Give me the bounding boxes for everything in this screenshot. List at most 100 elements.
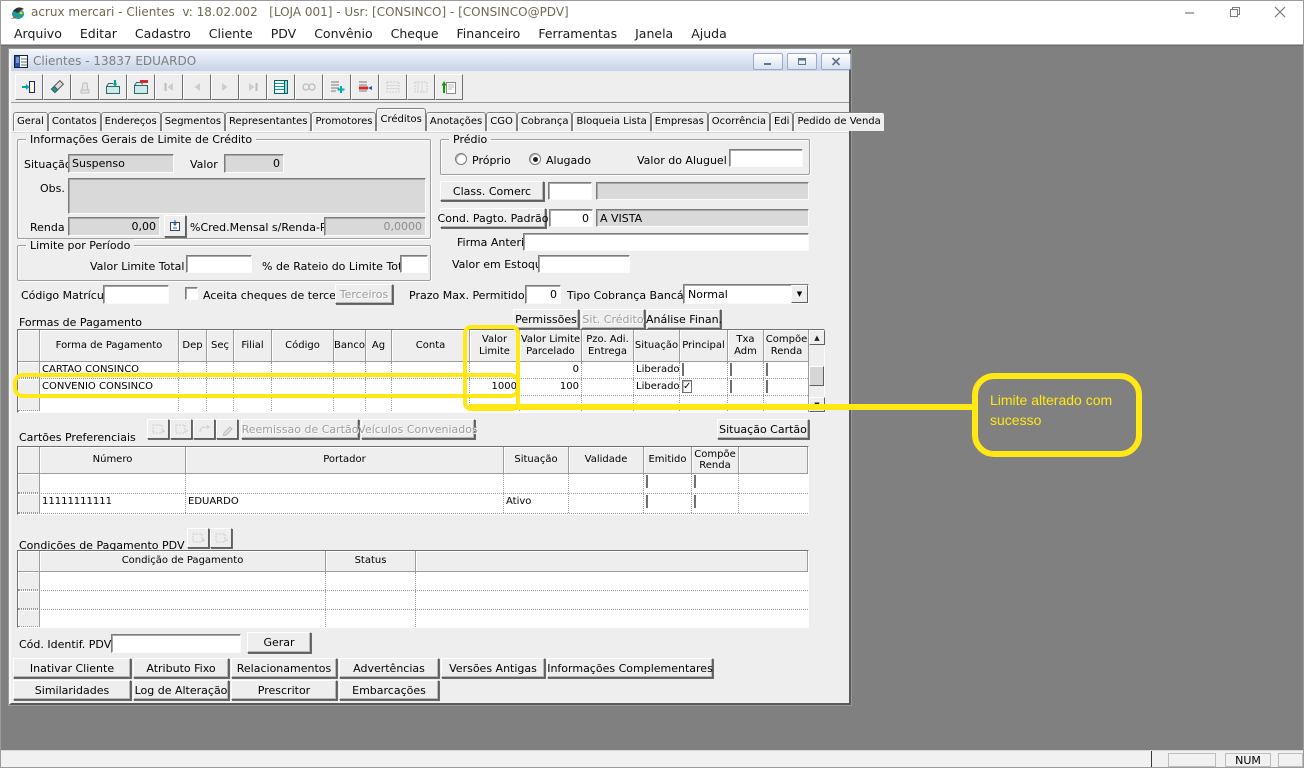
pct-cred-field[interactable]: 0,0000 <box>324 217 426 236</box>
tab-empresas[interactable]: Empresas <box>650 112 708 131</box>
prazo-max-field[interactable]: 0 <box>525 285 561 304</box>
renda-field[interactable]: 0,00 <box>68 217 160 236</box>
tab-promotores[interactable]: Promotores <box>311 112 377 131</box>
folder-remove-button[interactable] <box>127 74 155 100</box>
rateio-field[interactable] <box>400 255 428 273</box>
combo-dropdown-button[interactable]: ▼ <box>791 285 808 303</box>
restore-button[interactable] <box>1212 1 1257 23</box>
client-minimize-button[interactable] <box>753 53 783 70</box>
compoe-renda-checkbox[interactable] <box>694 495 696 508</box>
principal-checkbox[interactable]: ✓ <box>682 380 693 393</box>
informacoes-complementares-button[interactable]: Informações Complementares <box>547 658 713 678</box>
cartoes-row-empty[interactable] <box>18 474 808 494</box>
client-close-button[interactable] <box>821 53 851 70</box>
cond-pagto-button[interactable]: Cond. Pagto. Padrão <box>438 208 548 228</box>
condicoes-delete-button[interactable] <box>210 528 232 548</box>
search-button[interactable] <box>295 74 323 100</box>
erase-button[interactable] <box>43 74 71 100</box>
valor-estoque-field[interactable] <box>538 255 630 273</box>
tab-edi[interactable]: Edi <box>770 112 794 131</box>
grid-next-button[interactable] <box>407 74 435 100</box>
menu-ferramentas[interactable]: Ferramentas <box>529 23 626 44</box>
cartoes-add-button[interactable] <box>147 419 169 439</box>
tab-contatos[interactable]: Contatos <box>47 112 101 131</box>
tab-anotacoes[interactable]: Anotações <box>425 112 487 131</box>
save-import-button[interactable] <box>99 74 127 100</box>
tipo-cobranca-combobox[interactable]: Normal ▼ <box>683 284 809 304</box>
emitido-checkbox[interactable] <box>646 495 648 508</box>
scrollbar-thumb[interactable] <box>809 366 824 386</box>
tab-segmentos[interactable]: Segmentos <box>160 112 226 131</box>
menu-cadastro[interactable]: Cadastro <box>126 23 200 44</box>
minimize-button[interactable] <box>1167 1 1212 23</box>
tab-bloqueia-lista[interactable]: Bloqueia Lista <box>572 112 651 131</box>
valor-aluguel-field[interactable] <box>729 149 803 167</box>
compoe-renda-checkbox[interactable] <box>766 363 768 376</box>
txa-adm-checkbox[interactable] <box>730 363 732 376</box>
exit-button[interactable] <box>15 74 43 100</box>
menu-cliente[interactable]: Cliente <box>200 23 262 44</box>
scroll-up-button[interactable]: ▲ <box>809 330 825 345</box>
tab-cobranca[interactable]: Cobrança <box>516 112 573 131</box>
tab-enderecos[interactable]: Endereços <box>100 112 161 131</box>
data-grid-button[interactable] <box>267 74 295 100</box>
condicoes-row[interactable] <box>18 591 808 610</box>
advertencias-button[interactable]: Advertências <box>339 658 439 678</box>
condicoes-row[interactable] <box>18 572 808 591</box>
radio-proprio[interactable] <box>455 153 467 165</box>
emitido-checkbox[interactable] <box>646 475 648 488</box>
situacao-field[interactable]: Suspenso <box>68 154 174 173</box>
tab-pedido-de-venda[interactable]: Pedido de Venda <box>793 112 885 131</box>
export-button[interactable] <box>435 74 463 100</box>
menu-editar[interactable]: Editar <box>71 23 126 44</box>
prescritor-button[interactable]: Prescritor <box>231 680 337 700</box>
analise-finan-button[interactable]: Análise Finan. <box>646 309 722 329</box>
delete-record-button[interactable] <box>351 74 379 100</box>
log-de-alteracao-button[interactable]: Log de Alteração <box>133 680 229 700</box>
radio-alugado[interactable] <box>529 153 541 165</box>
embarcacoes-button[interactable]: Embarcações <box>339 680 439 700</box>
compoe-renda-checkbox[interactable] <box>766 380 768 393</box>
codigo-matricula-field[interactable] <box>103 285 169 304</box>
situacao-cartao-button[interactable]: Situação Cartão <box>717 419 809 439</box>
menu-cheque[interactable]: Cheque <box>382 23 448 44</box>
close-button[interactable] <box>1257 1 1302 23</box>
menu-financeiro[interactable]: Financeiro <box>448 23 530 44</box>
veiculos-conveniados-button[interactable]: Veículos Conveniados <box>358 419 478 439</box>
tab-cgo[interactable]: CGO <box>486 112 517 131</box>
similaridades-button[interactable]: Similaridades <box>13 680 131 700</box>
valor-field[interactable]: 0 <box>224 154 284 173</box>
formas-scrollbar[interactable]: ▲ ▼ <box>808 330 825 412</box>
stamp-button[interactable] <box>71 74 99 100</box>
txa-adm-checkbox[interactable] <box>730 380 732 393</box>
insert-record-button[interactable] <box>323 74 351 100</box>
tab-representantes[interactable]: Representantes <box>225 112 312 131</box>
cartoes-delete-button[interactable] <box>170 419 192 439</box>
versoes-antigas-button[interactable]: Versões Antigas <box>441 658 545 678</box>
tab-geral[interactable]: Geral <box>13 112 48 131</box>
cartoes-undo-button[interactable] <box>193 419 215 439</box>
reemissao-cartao-button[interactable]: Reemissao de Cartão <box>241 419 359 439</box>
atributo-fixo-button[interactable]: Atributo Fixo <box>133 658 229 678</box>
cod-identif-pdv-field[interactable] <box>111 634 241 653</box>
cartoes-edit-button[interactable] <box>216 419 238 439</box>
tab-ocorrencia[interactable]: Ocorrência <box>707 112 770 131</box>
class-comerc-button[interactable]: Class. Comerc <box>440 181 544 201</box>
inativar-cliente-button[interactable]: Inativar Cliente <box>13 658 131 678</box>
terceiros-button[interactable]: Terceiros <box>335 284 393 304</box>
compoe-renda-checkbox[interactable] <box>694 475 696 488</box>
menu-janela[interactable]: Janela <box>626 23 682 44</box>
cheques-terceiros-checkbox[interactable] <box>185 287 198 300</box>
valor-limite-total-field[interactable] <box>186 255 252 273</box>
cond-pagto-code-field[interactable]: 0 <box>549 209 593 227</box>
nav-first-button[interactable] <box>155 74 183 100</box>
nav-next-button[interactable] <box>211 74 239 100</box>
firma-anterior-field[interactable] <box>523 233 809 251</box>
nav-last-button[interactable] <box>239 74 267 100</box>
class-comerc-code-field[interactable] <box>548 182 592 200</box>
grid-prev-button[interactable] <box>379 74 407 100</box>
condicoes-add-button[interactable] <box>187 528 209 548</box>
menu-arquivo[interactable]: Arquivo <box>5 23 71 44</box>
gerar-button[interactable]: Gerar <box>247 632 311 653</box>
sit-credito-button[interactable]: Sit. Crédito <box>581 309 645 329</box>
